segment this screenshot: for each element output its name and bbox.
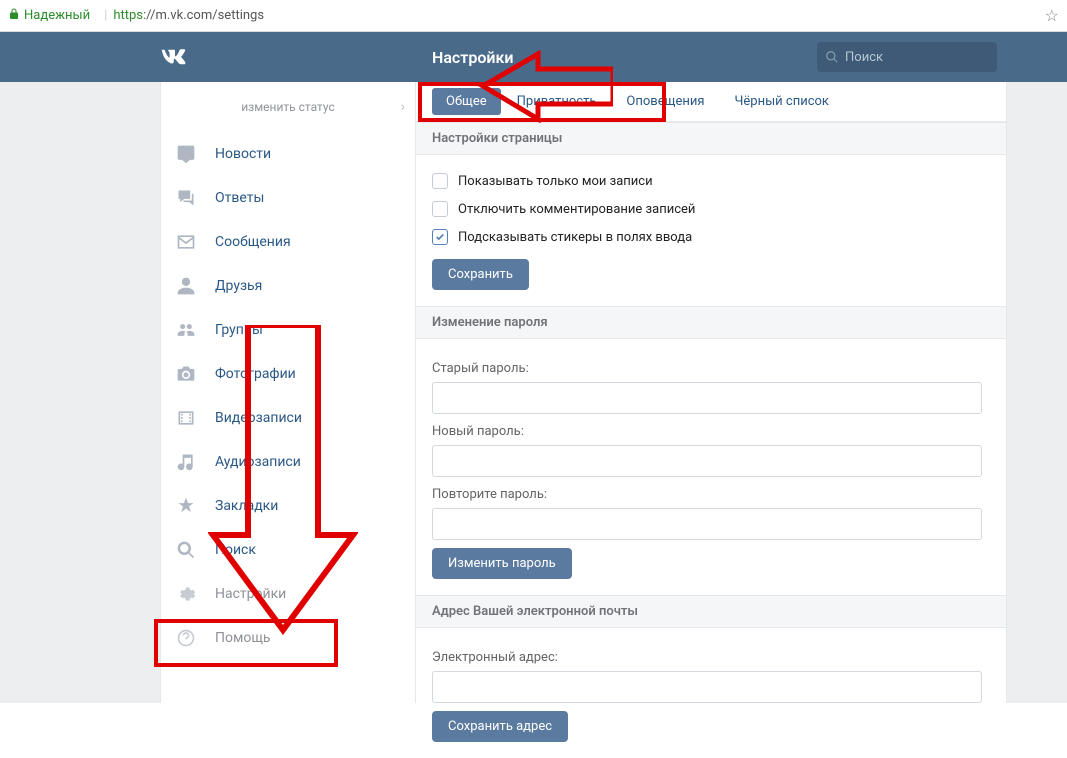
sidebar-item-label: Ответы bbox=[215, 190, 264, 206]
email-label: Электронный адрес: bbox=[432, 650, 990, 665]
search-icon bbox=[825, 50, 839, 64]
checkbox-label: Отключить комментирование записей bbox=[458, 202, 695, 217]
groups-icon bbox=[175, 319, 197, 341]
section-page-body: Показывать только мои записи Отключить к… bbox=[416, 155, 1006, 306]
messages-icon bbox=[175, 231, 197, 253]
sidebar-item-bookmarks[interactable]: Закладки bbox=[161, 484, 415, 528]
save-page-button[interactable]: Сохранить bbox=[432, 259, 529, 290]
gear-icon bbox=[175, 583, 197, 605]
checkbox-icon[interactable] bbox=[432, 201, 448, 217]
section-password-header: Изменение пароля bbox=[416, 306, 1006, 339]
tab-notifications[interactable]: Оповещения bbox=[612, 88, 718, 115]
sidebar-item-help[interactable]: Помощь bbox=[161, 616, 415, 660]
secure-indicator: Надежный bbox=[8, 8, 90, 24]
sidebar-item-search[interactable]: Поиск bbox=[161, 528, 415, 572]
checkbox-icon[interactable] bbox=[432, 173, 448, 189]
sidebar-item-label: Сообщения bbox=[215, 234, 291, 250]
photos-icon bbox=[175, 363, 197, 385]
help-icon bbox=[175, 627, 197, 649]
sidebar-item-news[interactable]: Новости bbox=[161, 132, 415, 176]
old-password-label: Старый пароль: bbox=[432, 361, 990, 376]
sidebar-item-label: Фотографии bbox=[215, 366, 296, 382]
sidebar-item-label: Помощь bbox=[215, 630, 271, 646]
news-icon bbox=[175, 143, 197, 165]
status-row[interactable]: изменить статус › bbox=[161, 82, 415, 132]
status-label: изменить статус bbox=[241, 100, 335, 114]
left-spacer bbox=[0, 82, 160, 703]
search-placeholder: Поиск bbox=[845, 50, 883, 65]
tab-label: Общее bbox=[446, 94, 487, 109]
sidebar-item-label: Аудиозаписи bbox=[215, 454, 301, 470]
change-password-button[interactable]: Изменить пароль bbox=[432, 548, 572, 579]
section-page-header: Настройки страницы bbox=[416, 122, 1006, 155]
tab-label: Приватность bbox=[517, 94, 597, 109]
url-prefix: https bbox=[113, 8, 143, 23]
new-password-label: Новый пароль: bbox=[432, 424, 990, 439]
tab-blacklist[interactable]: Чёрный список bbox=[720, 88, 842, 115]
secure-label: Надежный bbox=[24, 8, 90, 23]
videos-icon bbox=[175, 407, 197, 429]
sidebar-item-replies[interactable]: Ответы bbox=[161, 176, 415, 220]
bookmarks-icon bbox=[175, 495, 197, 517]
main-column: Общее Приватность Оповещения Чёрный спис… bbox=[416, 82, 1007, 703]
tab-label: Оповещения bbox=[626, 94, 704, 109]
vk-logo-icon[interactable] bbox=[160, 47, 190, 67]
content-area: изменить статус › Новости Ответы Сообщен… bbox=[0, 82, 1067, 703]
sidebar-item-label: Настройки bbox=[215, 586, 286, 602]
url-rest: ://m.vk.com/settings bbox=[143, 8, 264, 23]
checkbox-row-disable-comments[interactable]: Отключить комментирование записей bbox=[432, 195, 990, 223]
repeat-password-label: Повторите пароль: bbox=[432, 487, 990, 502]
section-email-body: Электронный адрес: Сохранить адрес bbox=[416, 628, 1006, 758]
tab-privacy[interactable]: Приватность bbox=[503, 88, 611, 115]
search-nav-icon bbox=[175, 539, 197, 561]
sidebar-item-messages[interactable]: Сообщения bbox=[161, 220, 415, 264]
vk-header: Настройки Поиск bbox=[0, 32, 1067, 82]
audio-icon bbox=[175, 451, 197, 473]
sidebar-item-friends[interactable]: Друзья bbox=[161, 264, 415, 308]
sidebar: изменить статус › Новости Ответы Сообщен… bbox=[160, 82, 416, 703]
sidebar-item-photos[interactable]: Фотографии bbox=[161, 352, 415, 396]
new-password-input[interactable] bbox=[432, 445, 982, 477]
sidebar-item-label: Поиск bbox=[215, 542, 256, 558]
sidebar-item-label: Друзья bbox=[215, 278, 262, 294]
settings-tabs: Общее Приватность Оповещения Чёрный спис… bbox=[416, 82, 1006, 122]
email-input[interactable] bbox=[432, 671, 982, 703]
old-password-input[interactable] bbox=[432, 382, 982, 414]
checkbox-icon[interactable] bbox=[432, 229, 448, 245]
checkbox-label: Показывать только мои записи bbox=[458, 174, 653, 189]
checkbox-row-own-posts[interactable]: Показывать только мои записи bbox=[432, 167, 990, 195]
sidebar-item-label: Новости bbox=[215, 146, 271, 162]
url-bar[interactable]: https://m.vk.com/settings bbox=[113, 8, 264, 23]
lock-icon bbox=[8, 8, 20, 24]
tab-label: Чёрный список bbox=[734, 94, 828, 109]
sidebar-item-label: Закладки bbox=[215, 498, 278, 514]
right-spacer bbox=[1007, 82, 1067, 703]
sidebar-item-label: Видеозаписи bbox=[215, 410, 302, 426]
tab-general[interactable]: Общее bbox=[432, 88, 501, 115]
chevron-right-icon: › bbox=[401, 99, 405, 115]
checkbox-label: Подсказывать стикеры в полях ввода bbox=[458, 230, 692, 245]
replies-icon bbox=[175, 187, 197, 209]
sidebar-item-videos[interactable]: Видеозаписи bbox=[161, 396, 415, 440]
header-search[interactable]: Поиск bbox=[817, 42, 997, 72]
friends-icon bbox=[175, 275, 197, 297]
page-title: Настройки bbox=[432, 48, 514, 67]
star-icon[interactable]: ☆ bbox=[1045, 6, 1059, 25]
sidebar-item-label: Группы bbox=[215, 322, 263, 338]
repeat-password-input[interactable] bbox=[432, 508, 982, 540]
checkbox-row-stickers[interactable]: Подсказывать стикеры в полях ввода bbox=[432, 223, 990, 251]
sidebar-item-settings[interactable]: Настройки bbox=[161, 572, 415, 616]
sidebar-item-groups[interactable]: Группы bbox=[161, 308, 415, 352]
save-email-button[interactable]: Сохранить адрес bbox=[432, 711, 568, 742]
section-password-body: Старый пароль: Новый пароль: Повторите п… bbox=[416, 339, 1006, 595]
sidebar-item-audio[interactable]: Аудиозаписи bbox=[161, 440, 415, 484]
section-email-header: Адрес Вашей электронной почты bbox=[416, 595, 1006, 628]
browser-bar: Надежный | https://m.vk.com/settings ☆ bbox=[0, 0, 1067, 32]
